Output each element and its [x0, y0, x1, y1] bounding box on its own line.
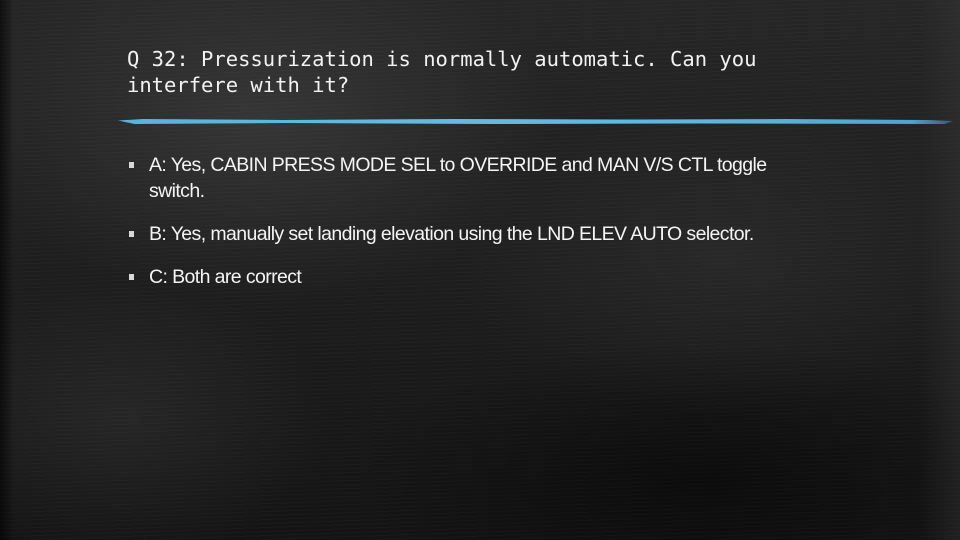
square-bullet-icon [129, 162, 134, 168]
title-divider [118, 119, 953, 124]
answer-option-label: A: Yes, CABIN PRESS MODE SEL to OVERRIDE… [149, 154, 767, 202]
answer-option-a: A: Yes, CABIN PRESS MODE SEL to OVERRIDE… [127, 152, 817, 204]
answer-option-c: C: Both are correct [127, 264, 817, 290]
question-title: Q 32: Pressurization is normally automat… [127, 47, 769, 97]
answer-list: A: Yes, CABIN PRESS MODE SEL to OVERRIDE… [127, 152, 817, 307]
chalkboard-edge-left [0, 0, 14, 540]
answer-option-label: C: Both are correct [149, 266, 302, 288]
square-bullet-icon [129, 274, 134, 280]
chalkboard-edge-right [920, 0, 960, 540]
answer-option-b: B: Yes, manually set landing elevation u… [127, 221, 817, 247]
square-bullet-icon [129, 231, 134, 237]
answer-option-label: B: Yes, manually set landing elevation u… [149, 223, 754, 245]
